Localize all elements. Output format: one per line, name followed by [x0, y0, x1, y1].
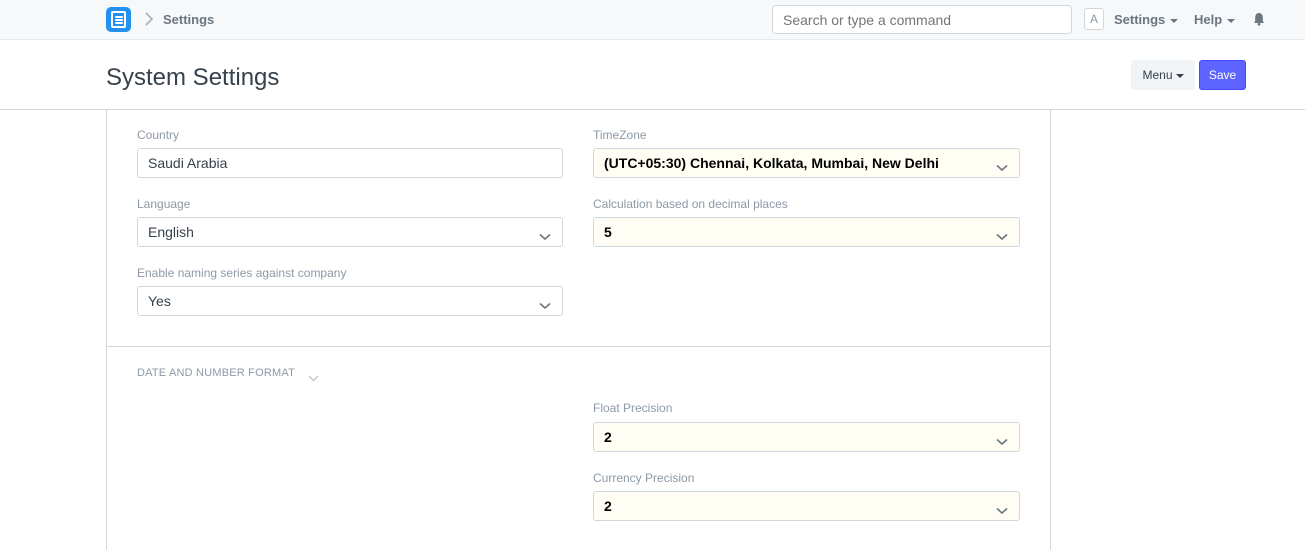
section-head-date-number-format[interactable]: DATE AND NUMBER FORMAT: [137, 367, 295, 379]
naming-series-value: Yes: [148, 293, 171, 309]
decimal-places-label: Calculation based on decimal places: [593, 197, 788, 211]
chevron-down-icon: [996, 228, 1008, 244]
help-dropdown-label: Help: [1194, 12, 1223, 27]
form-card: Country Saudi Arabia TimeZone (UTC+05:30…: [106, 110, 1051, 550]
language-value: English: [148, 224, 194, 240]
search-input[interactable]: [772, 5, 1072, 34]
chevron-down-icon: [996, 502, 1008, 518]
chevron-down-icon: [539, 297, 551, 313]
float-precision-label: Float Precision: [593, 401, 673, 415]
country-label: Country: [137, 128, 180, 142]
help-dropdown[interactable]: Help: [1194, 12, 1236, 27]
currency-precision-value: 2: [604, 498, 612, 514]
country-input[interactable]: Saudi Arabia: [137, 148, 563, 178]
settings-dropdown[interactable]: Settings: [1114, 12, 1179, 27]
avatar[interactable]: A: [1084, 8, 1104, 30]
timezone-select[interactable]: (UTC+05:30) Chennai, Kolkata, Mumbai, Ne…: [593, 148, 1020, 178]
breadcrumb-settings[interactable]: Settings: [163, 12, 214, 27]
app-logo-icon[interactable]: [106, 7, 131, 32]
navbar: Settings A Settings Help: [0, 0, 1305, 40]
menu-button[interactable]: Menu: [1131, 60, 1195, 90]
caret-down-icon: [1175, 73, 1184, 78]
naming-series-label: Enable naming series against company: [137, 266, 347, 280]
language-label: Language: [137, 197, 191, 211]
country-value: Saudi Arabia: [148, 155, 228, 171]
timezone-value: (UTC+05:30) Chennai, Kolkata, Mumbai, Ne…: [604, 155, 939, 171]
decimal-places-value: 5: [604, 224, 612, 240]
chevron-right-icon: [144, 11, 154, 27]
chevron-down-icon[interactable]: [308, 369, 319, 387]
save-button[interactable]: Save: [1199, 60, 1246, 90]
chevron-down-icon: [996, 433, 1008, 449]
menu-button-label: Menu: [1142, 68, 1173, 82]
chevron-down-icon: [539, 228, 551, 244]
language-select[interactable]: English: [137, 217, 563, 247]
caret-down-icon: [1170, 18, 1179, 23]
section-divider: [107, 346, 1050, 347]
chevron-down-icon: [996, 159, 1008, 175]
timezone-label: TimeZone: [593, 128, 647, 142]
caret-down-icon: [1227, 18, 1236, 23]
naming-series-select[interactable]: Yes: [137, 286, 563, 316]
notification-bell-icon[interactable]: [1253, 12, 1265, 31]
float-precision-value: 2: [604, 429, 612, 445]
page-head: System Settings Menu Save: [0, 40, 1305, 110]
currency-precision-label: Currency Precision: [593, 471, 695, 485]
currency-precision-select[interactable]: 2: [593, 491, 1020, 521]
float-precision-select[interactable]: 2: [593, 422, 1020, 452]
decimal-places-select[interactable]: 5: [593, 217, 1020, 247]
settings-dropdown-label: Settings: [1114, 12, 1166, 27]
page-title: System Settings: [106, 64, 280, 91]
